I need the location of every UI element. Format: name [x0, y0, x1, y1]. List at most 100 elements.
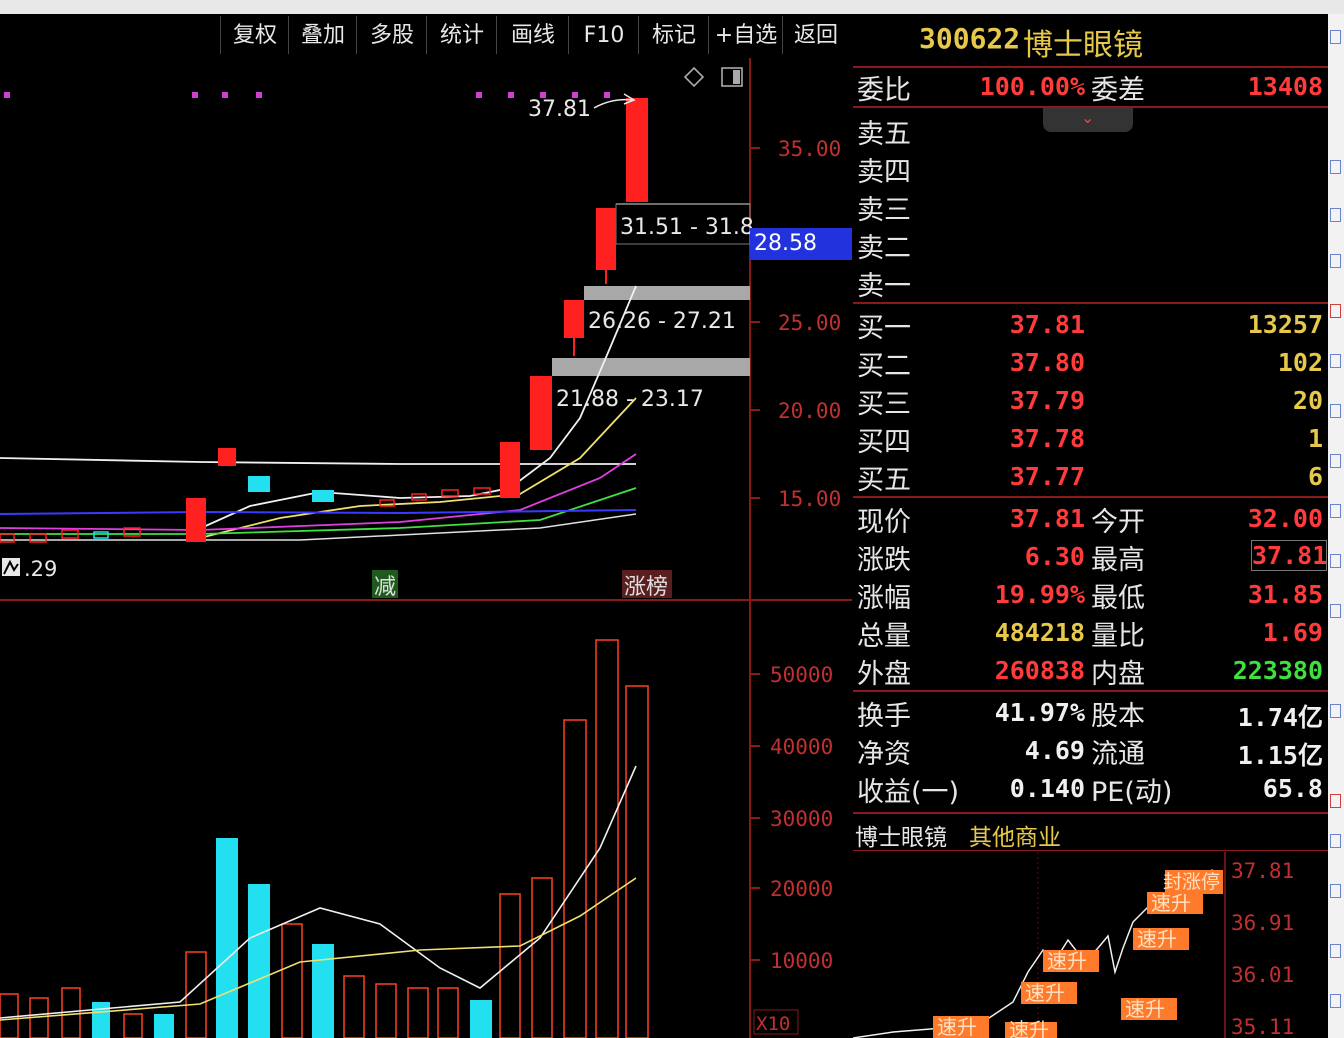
side-icon-15[interactable] [1330, 884, 1341, 898]
intraday-tick-2: 36.91 [1231, 911, 1294, 935]
quote-value-inner: 223380 [1232, 656, 1323, 685]
intraday-tick-3: 36.01 [1231, 963, 1294, 987]
zone-label-1: 31.51 - 31.8 [620, 215, 754, 240]
zone-label-3: 21.88 - 23.17 [556, 387, 704, 412]
side-icon-11[interactable] [1330, 604, 1341, 618]
window-right-strip [1328, 14, 1344, 1038]
buy5-price: 37.77 [1009, 462, 1085, 491]
draw-line-button[interactable]: 画线 [496, 16, 569, 54]
side-icon-14[interactable] [1330, 834, 1341, 848]
quote-label-price: 现价 [857, 507, 911, 538]
chart-toolbar: 复权 叠加 多股 统计 画线 F10 标记 +自选 返回 [0, 16, 852, 58]
panel-toggle-icon[interactable] [721, 67, 743, 87]
buy4-price: 37.78 [1009, 424, 1085, 453]
quote-label-inner: 内盘 [1091, 659, 1145, 690]
chevron-down-icon: ⌄ [1081, 108, 1095, 127]
intraday-tick-4: 35.11 [1231, 1015, 1294, 1038]
intraday-chart[interactable]: 37.81 36.91 36.01 35.11 速升 速升 速升 速升 速升 速… [853, 852, 1328, 1038]
quote-panel: 300622 博士眼镜 委比 100.00% 委差 13408 ⌄ 卖五 卖四 … [853, 16, 1328, 1038]
buy5-label: 买五 [857, 465, 911, 496]
side-icon-3[interactable] [1330, 208, 1341, 222]
overlay-button[interactable]: 叠加 [288, 16, 357, 54]
tag-rapid-rise-1: 速升 [937, 1015, 977, 1038]
fund-value-float: 1.15亿 [1237, 741, 1323, 770]
sell5-label: 卖五 [857, 119, 911, 150]
price-tick-35: 35.00 [778, 137, 841, 161]
quote-label-change: 涨跌 [857, 545, 911, 576]
stock-code: 300622 [919, 22, 1021, 55]
price-tick-20: 20.00 [778, 399, 841, 423]
ma-line-white-flat [0, 457, 636, 465]
tag-rapid-rise-3: 速升 [1025, 981, 1065, 1005]
fund-label-nav: 净资 [857, 739, 911, 770]
quote-value-pct: 19.99% [994, 580, 1085, 609]
low-arrow-icon [2, 558, 20, 576]
mark-button[interactable]: 标记 [638, 16, 709, 54]
side-icon-5[interactable] [1330, 304, 1341, 318]
sell-buy-divider [853, 302, 1328, 304]
side-icon-9[interactable] [1330, 504, 1341, 518]
intraday-industry[interactable]: 其他商业 [969, 818, 1061, 852]
collapse-toggle[interactable]: ⌄ [1043, 108, 1133, 132]
fund-label-turnover: 换手 [857, 701, 911, 732]
volume-tick-20000: 20000 [770, 877, 833, 901]
side-icon-12[interactable] [1330, 704, 1341, 718]
buy2-label: 买二 [857, 351, 911, 382]
volume-tick-50000: 50000 [770, 663, 833, 687]
buy5-volume: 6 [1307, 462, 1323, 491]
diamond-icon[interactable] [683, 66, 705, 88]
sell4-label: 卖四 [857, 157, 911, 188]
quote-label-vol-ratio: 量比 [1091, 621, 1145, 652]
side-icon-1[interactable] [1330, 30, 1341, 44]
quote-value-low: 31.85 [1247, 580, 1323, 609]
side-icon-16[interactable] [1330, 944, 1341, 958]
side-icon-8[interactable] [1330, 454, 1341, 468]
quote-label-outer: 外盘 [857, 659, 911, 690]
reduce-marker: 减 [374, 575, 396, 600]
ma10-line [199, 397, 637, 539]
side-icon-10[interactable] [1330, 554, 1341, 568]
buy4-label: 买四 [857, 427, 911, 458]
weicha-value: 13408 [1247, 72, 1323, 101]
side-icon-13[interactable] [1330, 794, 1341, 808]
quote-value-change: 6.30 [1024, 542, 1085, 571]
price-tick-15: 15.00 [778, 487, 841, 511]
quote-label-pct: 涨幅 [857, 583, 911, 614]
kline-chart[interactable]: 35.00 25.00 20.00 15.00 50000 40000 3000… [0, 58, 852, 1038]
price-tick-25: 25.00 [778, 311, 841, 335]
f10-button[interactable]: F10 [568, 16, 639, 54]
intraday-tick-1: 37.81 [1231, 859, 1294, 883]
add-favorite-button[interactable]: +自选 [708, 16, 783, 54]
low-price-label: .29 [24, 557, 57, 581]
stock-name: 博士眼镜 [1023, 28, 1143, 63]
quote-label-low: 最低 [1091, 583, 1145, 614]
fuquan-button[interactable]: 复权 [220, 16, 289, 54]
multi-stock-button[interactable]: 多股 [356, 16, 427, 54]
buy1-label: 买一 [857, 313, 911, 344]
side-icon-4[interactable] [1330, 254, 1341, 268]
buy3-price: 37.79 [1009, 386, 1085, 415]
volume-tick-10000: 10000 [770, 949, 833, 973]
window-top-strip [0, 0, 1344, 14]
side-icon-17[interactable] [1330, 994, 1341, 1008]
buy4-volume: 1 [1307, 424, 1323, 453]
fund-value-eps: 0.140 [1009, 774, 1085, 803]
quote-value-vol-ratio: 1.69 [1262, 618, 1323, 647]
zone-bar-3 [552, 358, 750, 376]
quote-value-open: 32.00 [1247, 504, 1323, 533]
back-button[interactable]: 返回 [782, 16, 849, 54]
side-icon-6[interactable] [1330, 354, 1341, 368]
buy2-volume: 102 [1277, 348, 1323, 377]
quote-label-high: 最高 [1091, 545, 1145, 576]
intraday-stock-name: 博士眼镜 [855, 825, 947, 851]
side-icon-7[interactable] [1330, 404, 1341, 418]
tag-rapid-rise-6: 速升 [1137, 927, 1177, 951]
quote-value-high: 37.81 [1251, 540, 1328, 571]
weicha-label: 委差 [1091, 75, 1145, 106]
volume-tick-30000: 30000 [770, 807, 833, 831]
statistics-button[interactable]: 统计 [426, 16, 497, 54]
ma60-line [0, 509, 637, 515]
side-icon-2[interactable] [1330, 160, 1341, 174]
tag-rapid-rise-7: 速升 [1151, 891, 1191, 915]
weibi-label: 委比 [857, 75, 911, 106]
